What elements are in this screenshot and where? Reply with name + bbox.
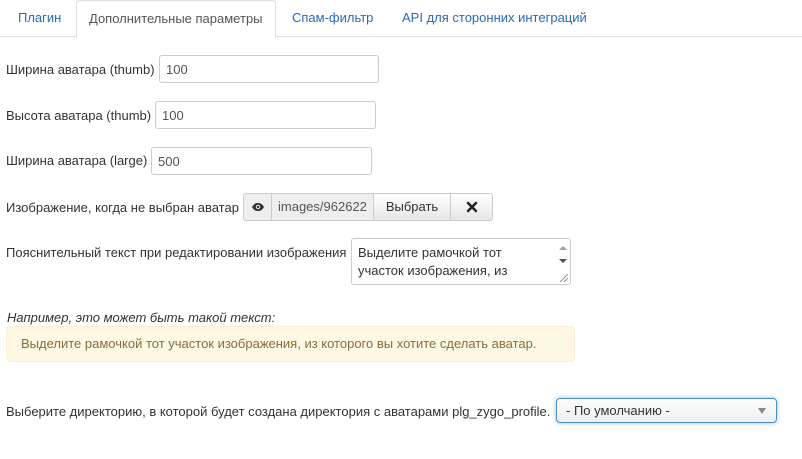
thumb-width-label: Ширина аватара (thumb) xyxy=(6,62,155,77)
default-image-label: Изображение, когда не выбран аватар xyxy=(6,200,239,215)
image-path-field: images/962622 xyxy=(272,193,373,221)
example-label: Например, это может быть такой текст: xyxy=(7,310,276,325)
eye-icon xyxy=(251,203,264,211)
example-alert: Выделите рамочкой тот участок изображени… xyxy=(6,326,575,362)
large-width-label: Ширина аватара (large) xyxy=(6,153,148,168)
thumb-height-label: Высота аватара (thumb) xyxy=(6,108,152,123)
thumb-height-input[interactable] xyxy=(155,101,376,129)
crop-hint-text: Выделите рамочкой тот участок изображени… xyxy=(358,245,508,278)
tab-additional-params[interactable]: Дополнительные параметры xyxy=(76,0,276,38)
chevron-down-icon xyxy=(758,408,766,414)
directory-select[interactable]: - По умолчанию - xyxy=(556,398,777,423)
scroll-down-arrow-icon[interactable] xyxy=(559,259,567,263)
clear-image-button[interactable] xyxy=(451,193,493,221)
crop-hint-textarea[interactable]: Выделите рамочкой тот участок изображени… xyxy=(351,238,571,285)
resize-grip-icon[interactable] xyxy=(560,274,568,282)
thumb-width-input[interactable] xyxy=(159,55,379,83)
media-field: images/962622 Выбрать xyxy=(243,193,493,221)
directory-label: Выберите директорию, в которой будет соз… xyxy=(6,404,551,419)
page: Плагин Дополнительные параметры Спам-фил… xyxy=(0,0,802,459)
close-icon xyxy=(466,201,477,213)
tab-plugin[interactable]: Плагин xyxy=(18,0,61,37)
tab-api-integrations[interactable]: API для сторонних интеграций xyxy=(402,0,587,37)
crop-hint-label: Пояснительный текст при редактировании и… xyxy=(6,245,347,260)
tab-spam-filter[interactable]: Спам-фильтр xyxy=(292,0,373,37)
large-width-input[interactable] xyxy=(151,147,372,175)
directory-select-value: - По умолчанию - xyxy=(566,403,670,418)
preview-button[interactable] xyxy=(243,193,272,221)
scroll-up-arrow-icon[interactable] xyxy=(559,246,567,250)
select-image-button[interactable]: Выбрать xyxy=(373,193,451,221)
tab-bar: Плагин Дополнительные параметры Спам-фил… xyxy=(0,0,802,38)
